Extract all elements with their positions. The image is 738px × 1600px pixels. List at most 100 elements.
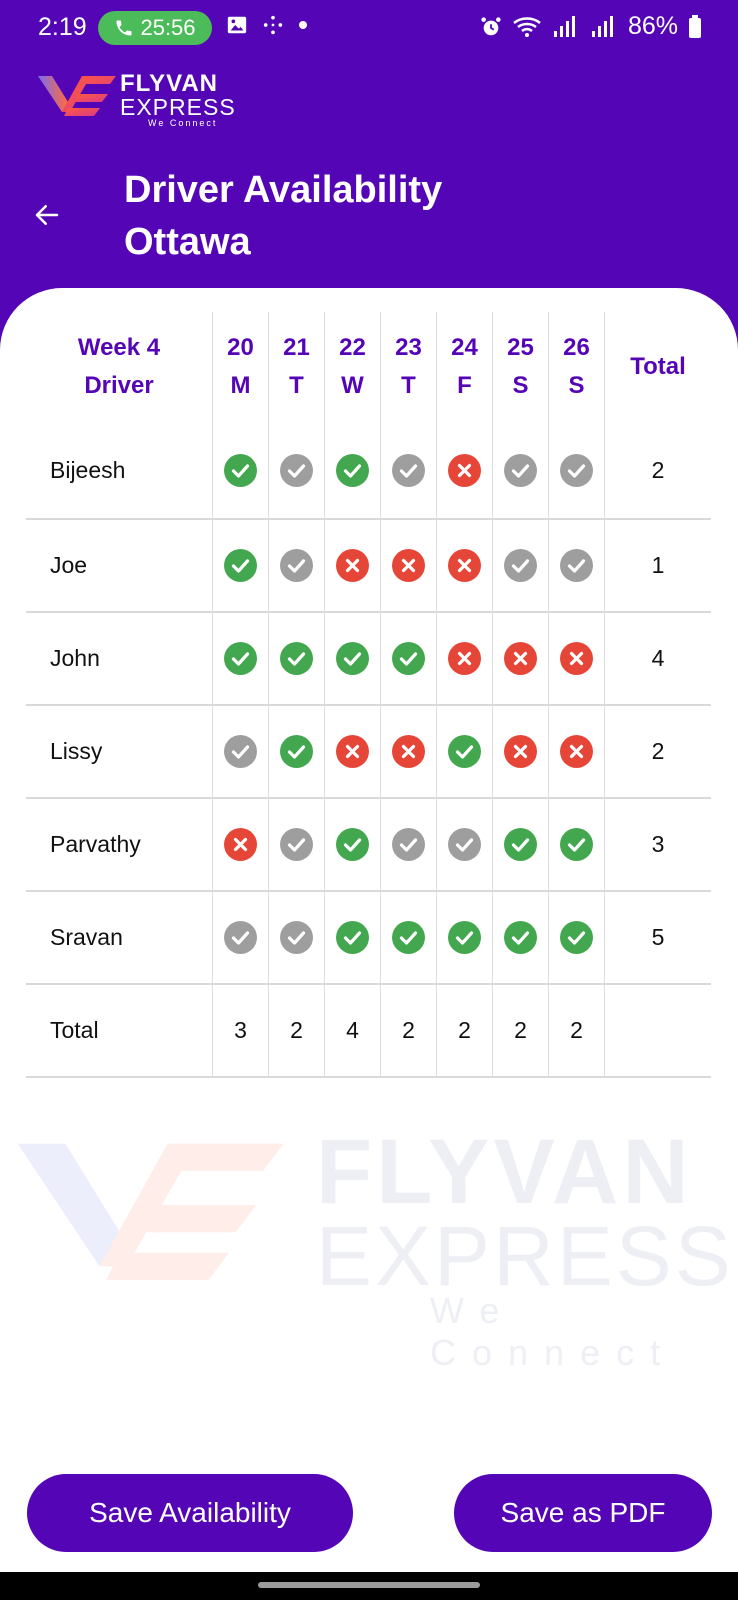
column-total: 2 bbox=[268, 984, 325, 1078]
day-header: 22 W bbox=[324, 312, 381, 422]
check-circle-icon bbox=[224, 642, 257, 675]
availability-toggle[interactable] bbox=[380, 798, 437, 892]
check-circle-icon bbox=[224, 549, 257, 582]
availability-table: Week 4 Driver 20 M 21 T 22 W 23 T 24 F 25 S 26… bbox=[26, 312, 711, 1078]
brand-logo: FLYVAN EXPRESS We Connect bbox=[38, 70, 238, 130]
week-label: Week 4 bbox=[77, 334, 161, 361]
availability-toggle[interactable] bbox=[380, 891, 437, 985]
availability-toggle[interactable] bbox=[380, 422, 437, 520]
availability-toggle[interactable] bbox=[212, 705, 269, 799]
availability-toggle[interactable] bbox=[548, 519, 605, 613]
availability-toggle[interactable] bbox=[212, 422, 269, 520]
grand-total-cell bbox=[604, 984, 711, 1078]
x-circle-icon bbox=[560, 642, 593, 675]
availability-toggle[interactable] bbox=[492, 612, 549, 706]
arrow-left-icon bbox=[35, 205, 59, 225]
day-date: 22 bbox=[339, 334, 366, 361]
check-circle-icon bbox=[336, 921, 369, 954]
availability-toggle[interactable] bbox=[436, 705, 493, 799]
availability-toggle[interactable] bbox=[548, 422, 605, 520]
availability-toggle[interactable] bbox=[212, 798, 269, 892]
table-row: Parvathy 3 bbox=[26, 798, 711, 892]
day-date: 25 bbox=[507, 334, 534, 361]
availability-toggle[interactable] bbox=[212, 891, 269, 985]
driver-name: Bijeesh bbox=[26, 422, 213, 520]
driver-name: Joe bbox=[26, 519, 213, 613]
availability-toggle[interactable] bbox=[324, 519, 381, 613]
availability-toggle[interactable] bbox=[492, 422, 549, 520]
availability-toggle[interactable] bbox=[548, 798, 605, 892]
check-circle-icon bbox=[280, 453, 313, 487]
battery-icon bbox=[689, 14, 701, 38]
availability-toggle[interactable] bbox=[380, 519, 437, 613]
notification-icons bbox=[226, 14, 308, 36]
availability-toggle[interactable] bbox=[268, 798, 325, 892]
availability-toggle[interactable] bbox=[380, 705, 437, 799]
call-timer: 25:56 bbox=[140, 15, 196, 40]
day-of-week: S bbox=[512, 372, 529, 399]
x-circle-icon bbox=[392, 735, 425, 768]
x-circle-icon bbox=[448, 642, 481, 675]
brand-name-line2: EXPRESS bbox=[120, 94, 236, 120]
column-total: 2 bbox=[380, 984, 437, 1078]
check-circle-icon bbox=[336, 642, 369, 675]
day-date: 20 bbox=[227, 334, 254, 361]
availability-toggle[interactable] bbox=[212, 519, 269, 613]
availability-toggle[interactable] bbox=[268, 422, 325, 520]
row-total: 5 bbox=[604, 891, 711, 985]
x-circle-icon bbox=[336, 549, 369, 582]
availability-toggle[interactable] bbox=[436, 798, 493, 892]
check-circle-icon bbox=[280, 828, 313, 861]
phone-icon bbox=[116, 20, 132, 36]
home-gesture-handle[interactable] bbox=[258, 1582, 480, 1588]
x-circle-icon bbox=[392, 549, 425, 582]
availability-toggle[interactable] bbox=[436, 891, 493, 985]
availability-toggle[interactable] bbox=[492, 798, 549, 892]
availability-toggle[interactable] bbox=[212, 612, 269, 706]
column-total: 2 bbox=[492, 984, 549, 1078]
availability-toggle[interactable] bbox=[268, 705, 325, 799]
check-circle-icon bbox=[280, 549, 313, 582]
check-circle-icon bbox=[392, 453, 425, 487]
availability-toggle[interactable] bbox=[492, 891, 549, 985]
page-title: Driver Availability Ottawa bbox=[124, 164, 442, 268]
back-button[interactable] bbox=[32, 200, 62, 230]
availability-toggle[interactable] bbox=[268, 891, 325, 985]
availability-toggle[interactable] bbox=[324, 798, 381, 892]
watermark-logo-icon bbox=[17, 1143, 284, 1280]
availability-toggle[interactable] bbox=[436, 612, 493, 706]
x-circle-icon bbox=[504, 735, 537, 768]
signal-icon bbox=[553, 15, 575, 37]
availability-toggle[interactable] bbox=[436, 519, 493, 613]
availability-toggle[interactable] bbox=[436, 422, 493, 520]
availability-toggle[interactable] bbox=[268, 519, 325, 613]
day-date: 23 bbox=[395, 334, 422, 361]
availability-toggle[interactable] bbox=[492, 519, 549, 613]
availability-toggle[interactable] bbox=[324, 705, 381, 799]
availability-toggle[interactable] bbox=[548, 891, 605, 985]
alarm-icon bbox=[481, 16, 501, 35]
check-circle-icon bbox=[448, 921, 481, 954]
save-pdf-button[interactable]: Save as PDF bbox=[454, 1474, 712, 1552]
brand-watermark: FLYVAN EXPRESS We Connect bbox=[0, 1120, 738, 1373]
availability-toggle[interactable] bbox=[324, 612, 381, 706]
day-header: 24 F bbox=[436, 312, 493, 422]
ongoing-call-pill[interactable]: 25:56 bbox=[98, 11, 212, 45]
status-bar: 2:19 25:56 86% bbox=[0, 0, 738, 58]
availability-toggle[interactable] bbox=[268, 612, 325, 706]
availability-toggle[interactable] bbox=[380, 612, 437, 706]
save-availability-button[interactable]: Save Availability bbox=[27, 1474, 353, 1552]
availability-toggle[interactable] bbox=[548, 705, 605, 799]
day-header: 23 T bbox=[380, 312, 437, 422]
availability-toggle[interactable] bbox=[548, 612, 605, 706]
check-circle-icon bbox=[392, 642, 425, 675]
availability-toggle[interactable] bbox=[492, 705, 549, 799]
day-of-week: M bbox=[230, 372, 251, 399]
availability-toggle[interactable] bbox=[324, 891, 381, 985]
column-total: 3 bbox=[212, 984, 269, 1078]
driver-label: Driver bbox=[84, 372, 154, 399]
availability-toggle[interactable] bbox=[324, 422, 381, 520]
check-circle-icon bbox=[504, 828, 537, 861]
battery-percent: 86% bbox=[627, 12, 678, 40]
check-circle-icon bbox=[336, 453, 369, 487]
